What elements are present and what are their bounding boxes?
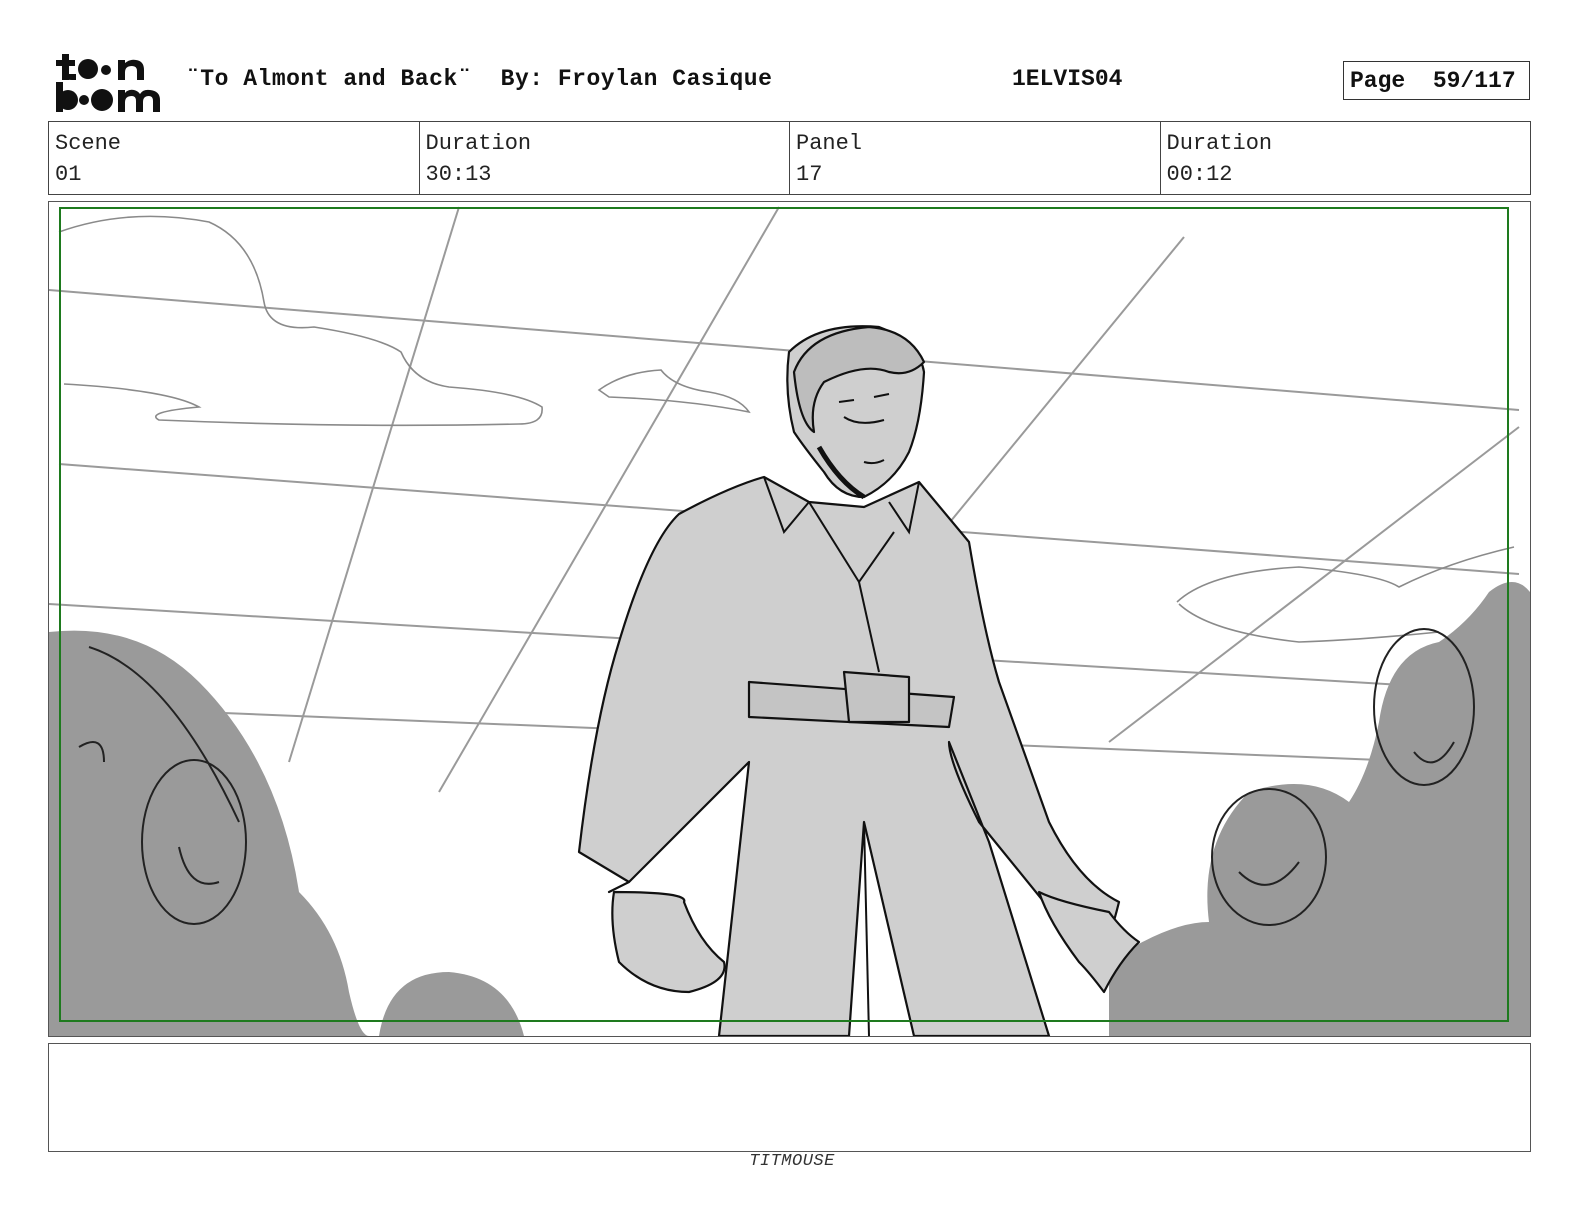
storyboard-sketch	[49, 206, 1530, 1036]
board-title: ¨To Almont and Back¨ By: Froylan Casique	[186, 66, 773, 92]
panel-duration-value: 00:12	[1166, 162, 1233, 187]
panel-label: Panel	[796, 131, 863, 156]
panel-info-table: Scene 01 Duration 30:13 Panel 17 Duratio…	[48, 121, 1531, 195]
panel-value: 17	[796, 162, 823, 187]
crowd-left	[49, 630, 524, 1036]
panel-cell: Panel 17	[790, 122, 1161, 194]
page-number: Page 59/117	[1343, 61, 1530, 100]
scene-duration-value: 30:13	[425, 162, 492, 187]
storyboard-panel	[48, 201, 1531, 1037]
toon-boom-logo-icon	[56, 54, 160, 112]
main-character	[577, 325, 1141, 1036]
scene-label: Scene	[55, 131, 122, 156]
panel-duration-label: Duration	[1166, 131, 1273, 156]
scene-duration-cell: Duration 30:13	[420, 122, 790, 194]
scene-duration-label: Duration	[425, 131, 532, 156]
scene-cell: Scene 01	[49, 122, 420, 194]
panel-notes-box	[48, 1043, 1531, 1152]
toon-boom-logo	[50, 50, 166, 114]
studio-footer: TITMOUSE	[749, 1152, 835, 1171]
scene-value: 01	[55, 162, 82, 187]
crowd-right	[1109, 582, 1530, 1036]
production-code: 1ELVIS04	[1012, 66, 1123, 92]
panel-duration-cell: Duration 00:12	[1161, 122, 1531, 194]
